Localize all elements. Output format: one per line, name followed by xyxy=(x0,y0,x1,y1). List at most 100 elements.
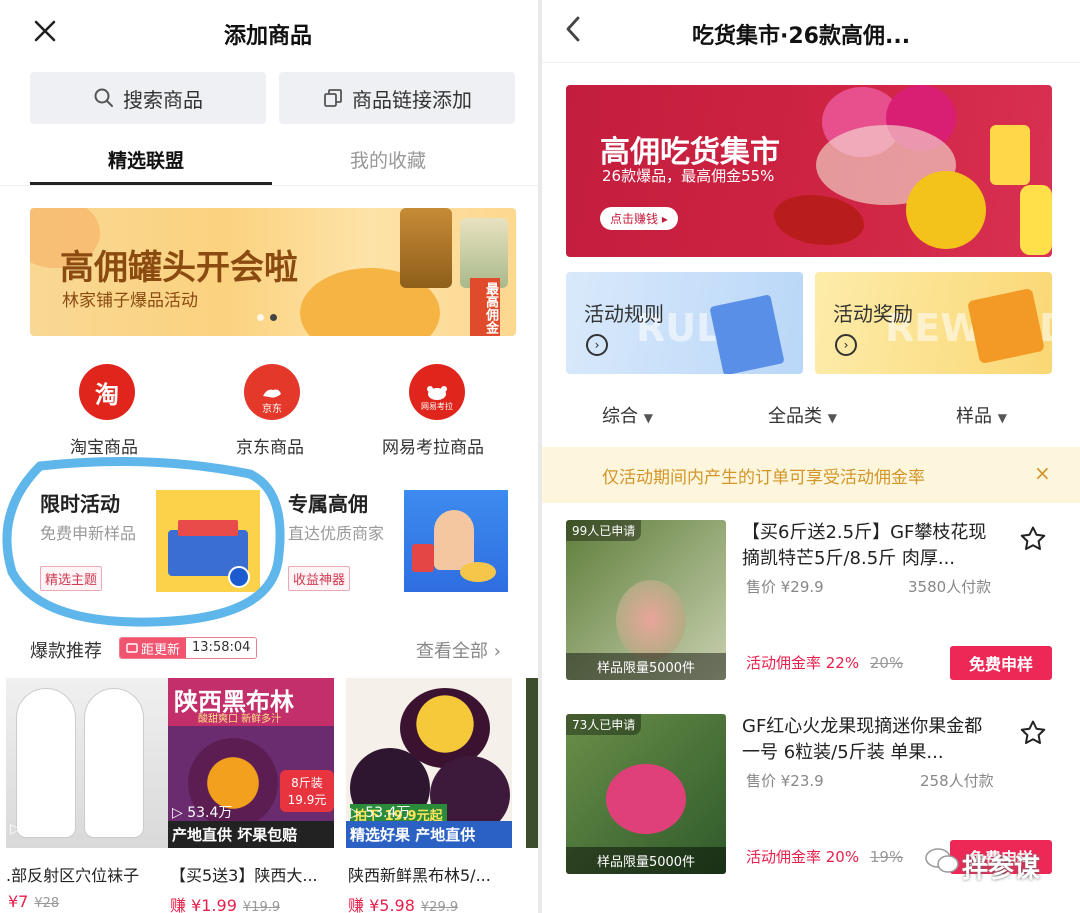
kaola-icon-text: 网易考拉 xyxy=(421,401,453,411)
banner-dot-2 xyxy=(270,314,277,321)
filter-sort[interactable]: 综合 ▼ xyxy=(602,402,653,428)
views-count-value: 53.4万 xyxy=(187,805,233,821)
rewards-card[interactable]: REWARD 活动奖励 › xyxy=(815,272,1052,374)
item-commission-rate: 活动佣金率 20% 19% xyxy=(746,846,903,867)
mango-graphic xyxy=(906,171,986,249)
filter-sample[interactable]: 样品 ▼ xyxy=(956,402,1007,428)
banner-dot-1 xyxy=(257,314,264,321)
product-card-peek[interactable] xyxy=(526,678,538,848)
item-price: 售价 ¥29.9 xyxy=(746,578,824,596)
jd-icon[interactable]: 京东 xyxy=(244,364,300,420)
rate-label: 活动佣金率 20% xyxy=(746,848,860,866)
price-old: ¥19.9 xyxy=(242,900,281,913)
tab-my-favorites[interactable]: 我的收藏 xyxy=(350,146,426,173)
kaola-face-icon xyxy=(427,385,447,400)
crayfish-graphic xyxy=(774,195,864,245)
event-banner[interactable]: 高佣吃货集市 26款爆品，最高佣金55% 点击赚钱 ▸ xyxy=(566,85,1052,257)
filter-category[interactable]: 全品类 ▼ xyxy=(768,402,837,428)
caret-down-icon: ▼ xyxy=(997,411,1007,425)
tab-featured-alliance[interactable]: 精选联盟 xyxy=(108,146,184,173)
caret-down-icon: ▼ xyxy=(827,411,837,425)
banner-side-ribbon: 最高佣金 xyxy=(470,278,500,336)
see-all-label: 查看全部 xyxy=(416,641,488,662)
price-old: ¥28 xyxy=(34,896,60,911)
chevron-right-icon: › xyxy=(493,641,501,662)
views-count-value: 53.5万 xyxy=(25,821,71,837)
filter-sort-label: 综合 xyxy=(602,406,638,427)
close-notice-icon[interactable]: × xyxy=(1034,461,1051,485)
promo-exclusive-image xyxy=(404,490,508,592)
mango-fruit-graphic xyxy=(616,580,686,660)
item-title[interactable]: 【买6斤送2.5斤】GF攀枝花现摘凯特芒5斤/8.5斤 肉厚... xyxy=(742,520,1000,572)
alarm-icon xyxy=(126,643,138,653)
product-price-plum-2: 赚 ¥5.98 ¥29.9 xyxy=(348,892,458,913)
rewards-arrow-icon: › xyxy=(835,334,857,356)
banner-title: 高佣罐头开会啦 xyxy=(60,248,298,288)
product-name-socks: .部反射区穴位袜子 xyxy=(6,866,140,885)
apply-count-badge: 73人已申请 xyxy=(566,714,642,735)
jd-icon-text: 京东 xyxy=(262,403,282,415)
item-image-mango[interactable]: 99人已申请 样品限量5000件 xyxy=(566,520,726,680)
kaola-icon[interactable]: 网易考拉 xyxy=(409,364,465,420)
search-button[interactable]: 搜索商品 xyxy=(30,72,266,124)
countdown-label: 距更新 xyxy=(141,642,181,658)
caret-down-icon: ▼ xyxy=(643,411,653,425)
item-title[interactable]: GF红心火龙果现摘迷你果金都一号 6粒装/5斤装 单果... xyxy=(742,714,1000,766)
plum2-overlay-banner: 精选好果 产地直供 xyxy=(346,821,512,848)
item-image-dragonfruit[interactable]: 73人已申请 样品限量5000件 xyxy=(566,714,726,874)
header-divider xyxy=(542,62,1080,63)
rate-old: 20% xyxy=(869,654,904,672)
plum-price-tag: 8斤装 19.9元 xyxy=(280,770,334,812)
page-title: 吃货集市·26款高佣... xyxy=(692,24,911,49)
see-all-link[interactable]: 查看全部 › xyxy=(416,637,501,663)
tab-divider xyxy=(0,185,538,186)
product-card-plum-1[interactable]: 陕西黑布林 酸甜爽口 新鲜多汁 8斤装 19.9元 产地直供 坏果包赔 ▷ 53… xyxy=(168,678,334,848)
product-name-plum-2: 陕西新鲜黑布林5/... xyxy=(348,866,491,885)
coin-graphic xyxy=(460,562,496,582)
item-commission-rate: 活动佣金率 22% 20% xyxy=(746,652,903,673)
views-count-value: 53.4万 xyxy=(365,805,411,821)
category-kaola-label[interactable]: 网易考拉商品 xyxy=(382,433,484,458)
views-count: ▷ 53.5万 xyxy=(10,821,71,837)
jd-dog-icon xyxy=(263,389,281,398)
search-button-label: 搜索商品 xyxy=(123,87,203,112)
star-favorite-icon[interactable] xyxy=(1018,524,1048,554)
product-card-socks[interactable]: ▷ 53.5万 xyxy=(6,678,172,848)
item-price: 售价 ¥23.9 xyxy=(746,772,824,790)
price-current: 赚 ¥5.98 xyxy=(348,896,415,913)
promo-exclusive-tag: 收益神器 xyxy=(288,566,351,591)
star-favorite-icon[interactable] xyxy=(1018,718,1048,748)
promo-banner[interactable]: 高佣罐头开会啦 林家铺子爆品活动 最高佣金 xyxy=(30,208,516,336)
rules-arrow-icon: › xyxy=(586,334,608,356)
page-title: 添加商品 xyxy=(224,24,313,49)
item-sold: 3580人付款 xyxy=(908,578,992,596)
sample-limit-label: 样品限量5000件 xyxy=(566,847,726,874)
plum-card-subtitle: 酸甜爽口 新鲜多汁 xyxy=(198,714,282,725)
free-sample-button[interactable]: 免费申样 xyxy=(950,646,1052,680)
back-icon[interactable] xyxy=(560,14,588,44)
watermark-text: 拌参谋 xyxy=(962,854,1041,884)
taobao-icon[interactable]: 淘 xyxy=(79,364,135,420)
banner-cta-button[interactable]: 点击赚钱 ▸ xyxy=(600,207,678,230)
sample-limit-label: 样品限量5000件 xyxy=(566,653,726,680)
hot-title: 爆款推荐 xyxy=(30,641,102,662)
product-card-plum-2[interactable]: 拍下 19.9元起 精选好果 产地直供 ▷ 53.4万 xyxy=(346,678,512,848)
price-old: ¥29.9 xyxy=(420,900,459,913)
banner-jar-1 xyxy=(400,208,452,288)
notice-bar: 仅活动期间内产生的订单可享受活动佣金率 × xyxy=(542,447,1080,503)
dragonfruit-fruit-graphic xyxy=(606,764,686,834)
notice-text: 仅活动期间内产生的订单可享受活动佣金率 xyxy=(602,468,925,488)
link-add-button[interactable]: 商品链接添加 xyxy=(279,72,515,124)
promo-card-exclusive[interactable]: 专属高佣 直达优质商家 收益神器 xyxy=(278,478,516,608)
views-count: ▷ 53.4万 xyxy=(172,805,233,821)
close-icon[interactable] xyxy=(30,16,60,46)
item-sold: 258人付款 xyxy=(920,772,994,790)
countdown-icon-label: 距更新 xyxy=(120,638,187,658)
banner-subtitle: 26款爆品，最高佣金55% xyxy=(602,167,775,185)
rules-card[interactable]: RULE 活动规则 › xyxy=(566,272,803,374)
product-price-plum-1: 赚 ¥1.99 ¥19.9 xyxy=(170,892,280,913)
rate-old: 19% xyxy=(869,848,904,866)
promo-exclusive-subtitle: 直达优质商家 xyxy=(288,524,385,543)
rewards-label: 活动奖励 xyxy=(833,302,913,326)
countdown-time: 13:58:04 xyxy=(186,638,257,658)
